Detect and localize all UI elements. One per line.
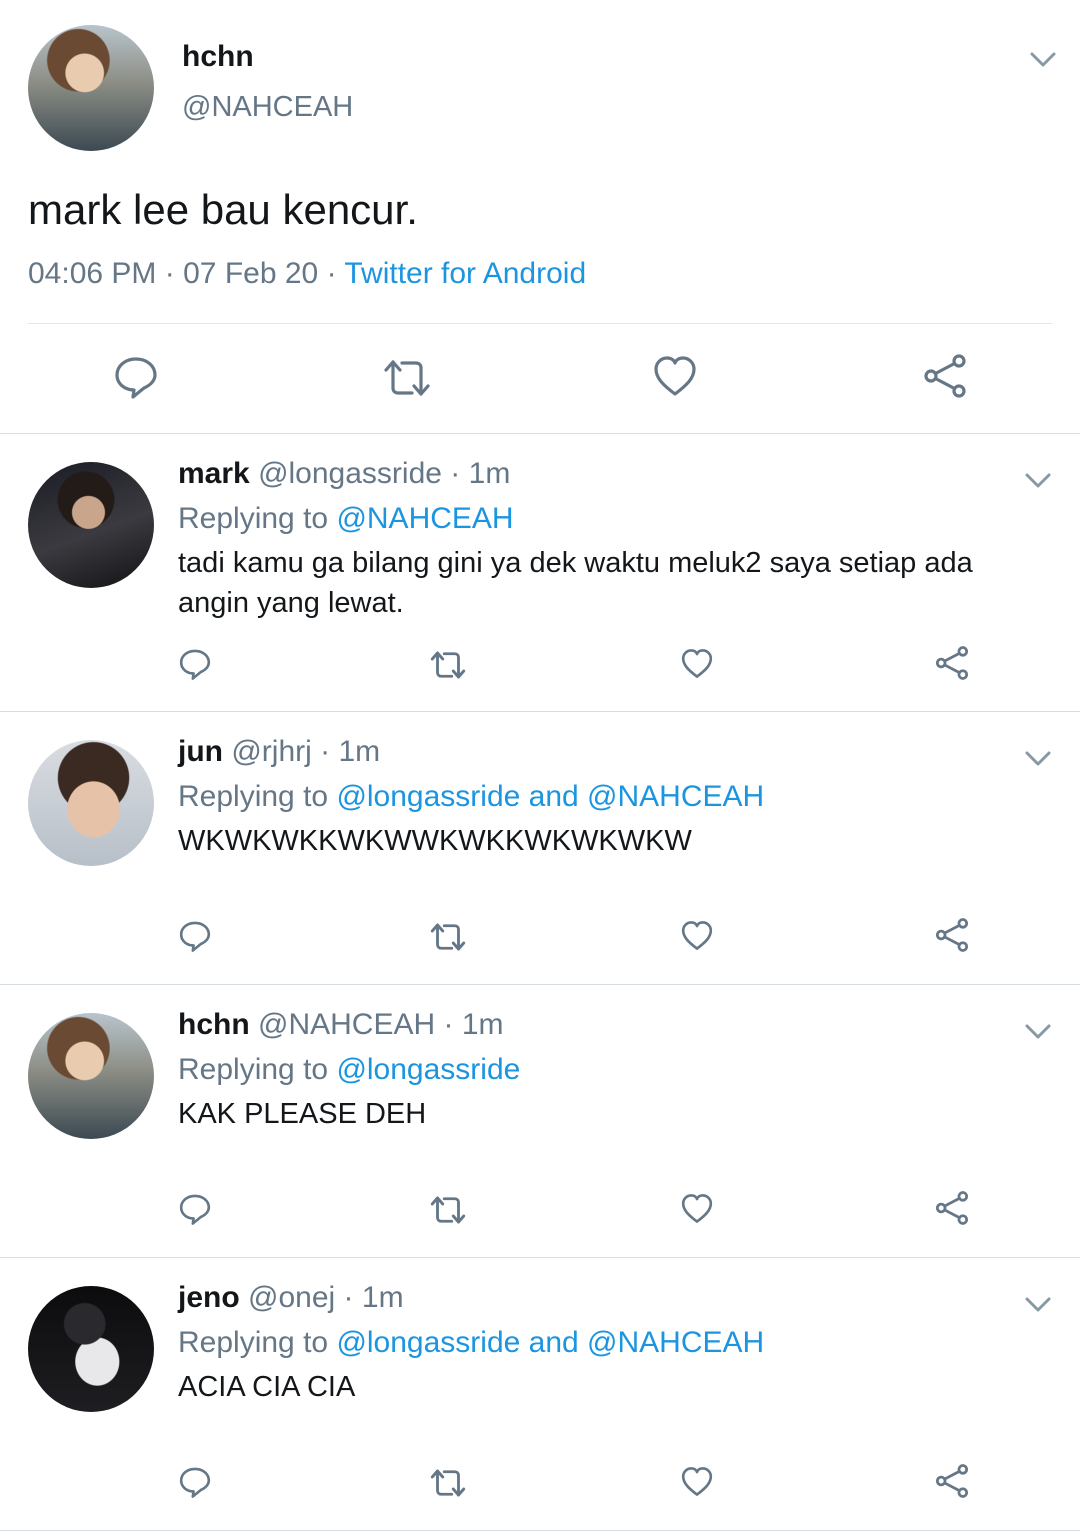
reply-tweet[interactable]: jeno @onej · 1m Replying to @longassride… [0, 1258, 1080, 1530]
replying-to: Replying to @longassride and @NAHCEAH [178, 780, 764, 814]
speech-bubble-icon[interactable] [179, 920, 211, 952]
chevron-down-icon[interactable] [1024, 1296, 1052, 1314]
reply-author-handle[interactable]: @onej [248, 1281, 335, 1314]
reply-time: 1m [338, 735, 381, 768]
chevron-down-icon[interactable] [1029, 51, 1057, 69]
reply-header: mark @longassride · 1m [178, 457, 510, 491]
reply-author-handle[interactable]: @NAHCEAH [258, 1008, 435, 1041]
retweet-icon[interactable] [429, 650, 467, 680]
tweet-thread-page: hchn @NAHCEAH mark lee bau kencur. 04:06… [0, 0, 1080, 1536]
replying-to-mentions[interactable]: @longassride and @NAHCEAH [336, 1326, 764, 1359]
main-tweet-author-handle[interactable]: @NAHCEAH [182, 91, 353, 124]
meta-separator: · [443, 1008, 454, 1041]
reply-text: KAK PLEASE DEH [178, 1098, 427, 1130]
tweet-time: 04:06 PM [28, 257, 157, 290]
reply-header: jeno @onej · 1m [178, 1281, 404, 1315]
reply-text: tadi kamu ga bilang gini ya dek waktu me… [178, 547, 973, 619]
replying-to: Replying to @NAHCEAH [178, 502, 514, 536]
reply-time: 1m [468, 457, 511, 490]
speech-bubble-icon[interactable] [179, 1193, 211, 1225]
reply-time: 1m [361, 1281, 404, 1314]
speech-bubble-icon[interactable] [179, 1466, 211, 1498]
avatar[interactable] [28, 1013, 154, 1139]
reply-text: WKWKWKKWKWWKWKKWKWKWKW [178, 825, 692, 857]
share-icon[interactable] [935, 918, 969, 952]
avatar[interactable] [28, 25, 154, 151]
replying-to-mentions[interactable]: @longassride and @NAHCEAH [336, 780, 764, 813]
chevron-down-icon[interactable] [1024, 1023, 1052, 1041]
reply-author-handle[interactable]: @rjhrj [231, 735, 311, 768]
share-icon[interactable] [935, 646, 969, 680]
avatar[interactable] [28, 740, 154, 866]
avatar[interactable] [28, 462, 154, 588]
meta-separator: · [343, 1281, 354, 1314]
replying-to-mentions[interactable]: @longassride [336, 1053, 520, 1086]
main-tweet-author-name[interactable]: hchn [182, 40, 254, 74]
reply-header: hchn @NAHCEAH · 1m [178, 1008, 504, 1042]
reply-header: jun @rjhrj · 1m [178, 735, 380, 769]
reply-tweet[interactable]: hchn @NAHCEAH · 1m Replying to @longassr… [0, 985, 1080, 1257]
retweet-icon[interactable] [382, 358, 432, 398]
reply-author-handle[interactable]: @longassride [258, 457, 442, 490]
meta-separator: · [326, 257, 337, 290]
meta-separator: · [320, 735, 331, 768]
replying-to: Replying to @longassride and @NAHCEAH [178, 1326, 764, 1360]
meta-separator: · [450, 457, 461, 490]
retweet-icon[interactable] [429, 922, 467, 952]
heart-icon[interactable] [653, 355, 697, 397]
chevron-down-icon[interactable] [1024, 472, 1052, 490]
heart-icon[interactable] [681, 920, 713, 951]
replying-to-label: Replying to [178, 502, 329, 535]
main-tweet-meta: 04:06 PM · 07 Feb 20 · Twitter for Andro… [28, 257, 586, 291]
reply-author-name[interactable]: jeno [178, 1281, 240, 1314]
share-icon[interactable] [935, 1191, 969, 1225]
speech-bubble-icon[interactable] [114, 355, 158, 399]
reply-text: ACIA CIA CIA [178, 1371, 356, 1403]
share-icon[interactable] [923, 354, 967, 398]
tweet-source-link[interactable]: Twitter for Android [344, 257, 586, 290]
speech-bubble-icon[interactable] [179, 648, 211, 680]
heart-icon[interactable] [681, 1466, 713, 1497]
retweet-icon[interactable] [429, 1195, 467, 1225]
avatar[interactable] [28, 1286, 154, 1412]
reply-time: 1m [461, 1008, 504, 1041]
divider [28, 323, 1052, 324]
chevron-down-icon[interactable] [1024, 750, 1052, 768]
meta-separator: · [164, 257, 175, 290]
divider [0, 1530, 1080, 1531]
share-icon[interactable] [935, 1464, 969, 1498]
tweet-date: 07 Feb 20 [183, 257, 319, 290]
replying-to-label: Replying to [178, 1326, 329, 1359]
replying-to-label: Replying to [178, 780, 329, 813]
reply-tweet[interactable]: jun @rjhrj · 1m Replying to @longassride… [0, 712, 1080, 984]
heart-icon[interactable] [681, 648, 713, 679]
replying-to-label: Replying to [178, 1053, 329, 1086]
retweet-icon[interactable] [429, 1468, 467, 1498]
replying-to: Replying to @longassride [178, 1053, 520, 1087]
heart-icon[interactable] [681, 1193, 713, 1224]
replying-to-mentions[interactable]: @NAHCEAH [336, 502, 513, 535]
reply-author-name[interactable]: jun [178, 735, 223, 768]
main-tweet-text: mark lee bau kencur. [28, 186, 418, 233]
reply-tweet[interactable]: mark @longassride · 1m Replying to @NAHC… [0, 434, 1080, 711]
reply-author-name[interactable]: hchn [178, 1008, 250, 1041]
reply-author-name[interactable]: mark [178, 457, 250, 490]
